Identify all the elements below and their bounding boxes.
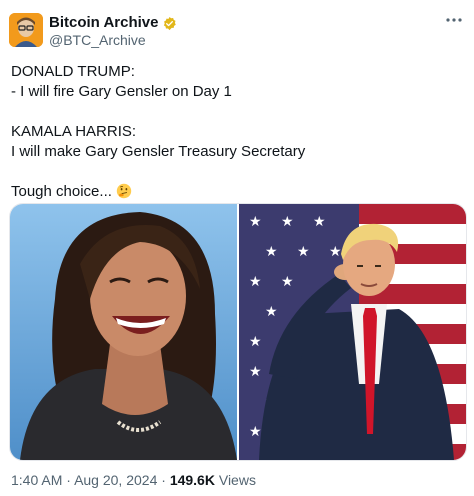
tweet-line-last: Tough choice... (11, 182, 461, 202)
tweet-time[interactable]: 1:40 AM (11, 472, 62, 488)
tweet-line: KAMALA HARRIS: (11, 123, 137, 140)
tweet-line (11, 102, 461, 122)
photo-kamala-harris[interactable] (10, 204, 237, 460)
tweet-line (11, 162, 461, 182)
avatar[interactable] (9, 13, 43, 47)
svg-text:★: ★ (297, 244, 310, 260)
svg-text:★: ★ (329, 244, 342, 260)
tweet-meta: 1:40 AM · Aug 20, 2024 · 149.6K Views (11, 472, 256, 488)
svg-text:★: ★ (313, 214, 326, 230)
svg-text:★: ★ (249, 274, 262, 290)
photo-donald-trump[interactable]: ★ ★ ★ ★ ★ ★ ★ ★ ★ ★ ★ ★ ★ ★ (239, 204, 466, 460)
views-label: Views (218, 472, 256, 488)
tweet-text: DONALD TRUMP: - I will fire Gary Gensler… (11, 62, 461, 202)
author-display-name[interactable]: Bitcoin Archive (49, 14, 158, 32)
tweet-date[interactable]: Aug 20, 2024 (74, 472, 157, 488)
svg-text:★: ★ (265, 244, 278, 260)
views-count: 149.6K (169, 472, 215, 488)
tweet-card: Bitcoin Archive @BTC_Archive DONALD TRUM… (0, 0, 474, 496)
meta-separator: · (161, 472, 166, 488)
svg-text:★: ★ (281, 214, 294, 230)
svg-text:★: ★ (249, 424, 262, 440)
tweet-media[interactable]: ★ ★ ★ ★ ★ ★ ★ ★ ★ ★ ★ ★ ★ ★ (9, 203, 467, 461)
thinking-face-icon (116, 183, 132, 199)
author-handle[interactable]: @BTC_Archive (49, 32, 146, 48)
more-options-icon[interactable] (444, 14, 464, 26)
verified-badge-icon (164, 16, 177, 30)
svg-text:★: ★ (265, 304, 278, 320)
tweet-line: - I will fire Gary Gensler on Day 1 (11, 83, 232, 100)
svg-text:★: ★ (249, 334, 262, 350)
tweet-line: DONALD TRUMP: (11, 63, 135, 80)
tweet-line-text: Tough choice... (11, 183, 112, 200)
svg-text:★: ★ (249, 214, 262, 230)
meta-separator: · (66, 472, 71, 488)
svg-text:★: ★ (249, 364, 262, 380)
svg-text:★: ★ (281, 274, 294, 290)
tweet-line: I will make Gary Gensler Treasury Secret… (11, 143, 306, 160)
